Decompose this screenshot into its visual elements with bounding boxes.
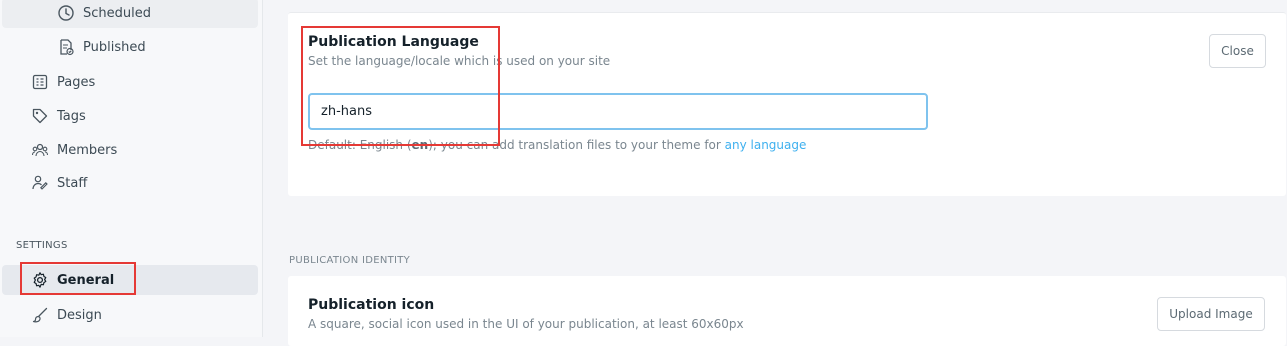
- publication-identity-heading: PUBLICATION IDENTITY: [289, 255, 411, 266]
- sidebar-item-label: Members: [57, 142, 118, 158]
- hint-code: en: [411, 138, 429, 152]
- language-hint: Default: English (en); you can add trans…: [308, 138, 806, 152]
- language-input[interactable]: [308, 93, 928, 130]
- staff-icon: [31, 174, 49, 192]
- brush-icon: [31, 306, 49, 324]
- language-title: Publication Language: [308, 34, 479, 50]
- gear-icon: [31, 271, 49, 289]
- pages-icon: [31, 73, 49, 91]
- sidebar-item-label: Tags: [57, 108, 86, 124]
- sidebar-item-label: Scheduled: [83, 5, 151, 21]
- publication-language-card: Publication Language Set the language/lo…: [288, 12, 1286, 196]
- sidebar-item-label: Staff: [57, 175, 88, 191]
- upload-image-button[interactable]: Upload Image: [1157, 297, 1265, 331]
- sidebar-item-design[interactable]: Design: [2, 300, 258, 330]
- members-icon: [31, 141, 49, 159]
- sidebar-item-label: Pages: [57, 74, 96, 90]
- sidebar-item-tags[interactable]: Tags: [2, 101, 258, 131]
- sidebar-item-pages[interactable]: Pages: [2, 67, 258, 97]
- sidebar-item-label: Published: [83, 39, 146, 55]
- sidebar-item-label: General: [57, 272, 115, 288]
- sidebar: Scheduled Published Pages Tags Members S…: [0, 0, 263, 337]
- settings-heading: SETTINGS: [16, 240, 68, 251]
- sidebar-item-published[interactable]: Published: [2, 32, 258, 62]
- clock-icon: [57, 4, 75, 22]
- hint-prefix: Default: English (: [308, 138, 412, 152]
- publication-icon-title: Publication icon: [308, 297, 435, 313]
- hint-middle: ); you can add translation files to your…: [428, 138, 725, 152]
- publication-icon-card: Publication icon A square, social icon u…: [288, 276, 1286, 346]
- close-button[interactable]: Close: [1209, 34, 1266, 68]
- publication-icon-description: A square, social icon used in the UI of …: [308, 317, 744, 331]
- sidebar-item-label: Design: [57, 307, 102, 323]
- sidebar-item-staff[interactable]: Staff: [2, 168, 258, 198]
- any-language-link[interactable]: any language: [725, 138, 807, 152]
- tag-icon: [31, 107, 49, 125]
- language-description: Set the language/locale which is used on…: [308, 54, 611, 68]
- sidebar-item-scheduled[interactable]: Scheduled: [2, 0, 258, 28]
- sidebar-item-general[interactable]: General: [2, 265, 258, 295]
- sidebar-item-members[interactable]: Members: [2, 135, 258, 165]
- published-doc-icon: [57, 38, 75, 56]
